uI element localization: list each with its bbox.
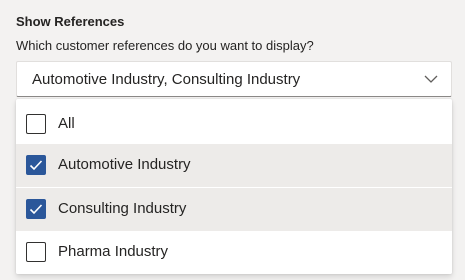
checkbox-consulting-industry[interactable] <box>26 199 46 219</box>
option-label: Consulting Industry <box>58 200 187 217</box>
option-label: Pharma Industry <box>58 243 169 260</box>
filter-title: Show References <box>16 14 125 29</box>
filter-panel: Show References Which customer reference… <box>0 0 465 280</box>
references-listbox: All Automotive Industry Consulting Indus… <box>16 99 452 274</box>
chevron-down-icon[interactable] <box>423 71 439 87</box>
option-pharma-industry[interactable]: Pharma Industry <box>16 231 452 274</box>
checkbox-pharma-industry[interactable] <box>26 242 46 262</box>
filter-question: Which customer references do you want to… <box>16 38 314 53</box>
references-dropdown[interactable]: Automotive Industry, Consulting Industry <box>16 61 452 97</box>
option-label: Automotive Industry <box>58 156 191 173</box>
option-all[interactable]: All <box>16 103 452 146</box>
dropdown-selected-value: Automotive Industry, Consulting Industry <box>32 71 301 88</box>
checkbox-all[interactable] <box>26 114 46 134</box>
option-automotive-industry[interactable]: Automotive Industry <box>16 144 452 187</box>
option-consulting-industry[interactable]: Consulting Industry <box>16 188 452 231</box>
checkmark-icon <box>29 160 43 171</box>
option-label: All <box>58 115 75 132</box>
checkmark-icon <box>29 204 43 215</box>
checkbox-automotive-industry[interactable] <box>26 155 46 175</box>
